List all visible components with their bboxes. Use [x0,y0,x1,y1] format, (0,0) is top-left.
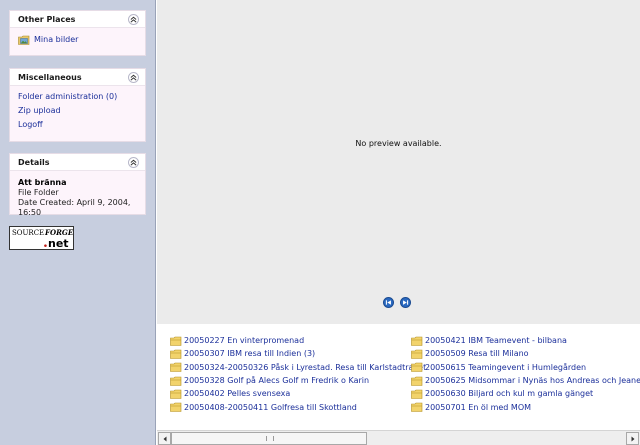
folder-item[interactable]: 20050615 Teamingevent i Humlegården [411,361,640,374]
miscellaneous-header: Miscellaneous [10,69,145,86]
folder-icon [411,376,423,386]
folder-icon [170,336,182,346]
scrollbar-thumb[interactable] [171,432,367,445]
folder-item[interactable]: 20050408-20050411 Golfresa till Skottlan… [170,400,426,413]
details-date-created: Date Created: April 9, 2004, 16:50 [18,198,131,217]
folder-item[interactable]: 20050421 IBM Teamevent - bilbana [411,334,640,347]
skip-previous-icon [385,300,391,305]
miscellaneous-title: Miscellaneous [18,72,82,82]
arrow-left-icon [163,436,166,441]
folder-item[interactable]: 20050324-20050326 Påsk i Lyrestad. Resa … [170,361,426,374]
details-panel: Details Att bränna File Folder Date Crea… [9,153,146,217]
other-places-title: Other Places [18,14,76,24]
chevron-up-icon [130,159,137,165]
collapse-other-places-button[interactable] [128,13,139,25]
folder-icon [170,389,182,399]
folder-icon [170,402,182,412]
logoff-link[interactable]: Logoff [18,118,137,132]
details-title: Details [18,157,50,167]
folder-icon [411,389,423,399]
folder-icon [170,376,182,386]
skip-next-icon [403,300,409,305]
scroll-right-button[interactable] [626,432,639,445]
sidebar: Other Places Mina bilder Miscellaneous F… [0,0,156,445]
folder-icon [411,402,423,412]
folder-item[interactable]: 20050701 En öl med MOM [411,400,640,413]
folder-item[interactable]: 20050630 Biljard och kul m gamla gänget [411,387,640,400]
scrollbar-grip-icon [266,436,274,441]
folder-item[interactable]: 20050509 Resa till Milano [411,347,640,360]
chevron-up-icon [130,16,137,22]
folder-item[interactable]: 20050328 Golf på Alecs Golf m Fredrik o … [170,374,426,387]
sidebar-item-mina-bilder[interactable]: Mina bilder [18,33,137,47]
sourceforge-logo[interactable]: SOURCE FORGE . net [9,226,74,251]
preview-area: No preview available. [157,0,640,324]
folder-icon [411,349,423,359]
folder-column-right: 20050421 IBM Teamevent - bilbana 2005050… [411,334,640,414]
folder-item[interactable]: 20050227 En vinterpromenad [170,334,426,347]
next-button[interactable] [400,297,411,308]
folder-item[interactable]: 20050307 IBM resa till Indien (3) [170,347,426,360]
folder-list: 20050227 En vinterpromenad 20050307 IBM … [157,324,640,430]
details-header: Details [10,154,145,171]
zip-upload-link[interactable]: Zip upload [18,104,137,118]
miscellaneous-panel: Miscellaneous Folder administration (0) … [9,68,146,142]
folder-icon [170,362,182,373]
collapse-miscellaneous-button[interactable] [128,71,139,83]
chevron-up-icon [130,74,137,80]
folder-icon [411,336,423,346]
folder-column-left: 20050227 En vinterpromenad 20050307 IBM … [170,334,426,414]
pictures-folder-icon [18,35,30,45]
mina-bilder-link[interactable]: Mina bilder [34,33,78,47]
scroll-left-button[interactable] [158,432,171,445]
folder-administration-link[interactable]: Folder administration (0) [18,90,137,104]
no-preview-message: No preview available. [355,139,442,148]
arrow-right-icon [631,436,634,441]
other-places-panel: Other Places Mina bilder [9,10,146,56]
details-folder-type: File Folder [18,188,59,197]
collapse-details-button[interactable] [128,156,139,168]
horizontal-scrollbar[interactable] [157,430,640,445]
folder-icon [411,362,423,373]
other-places-header: Other Places [10,11,145,28]
folder-item[interactable]: 20050625 Midsommar i Nynäs hos Andreas o… [411,374,640,387]
folder-item[interactable]: 20050402 Pelles svensexa [170,387,426,400]
details-folder-name: Att bränna [18,178,67,187]
folder-icon [170,349,182,359]
previous-button[interactable] [383,297,394,308]
